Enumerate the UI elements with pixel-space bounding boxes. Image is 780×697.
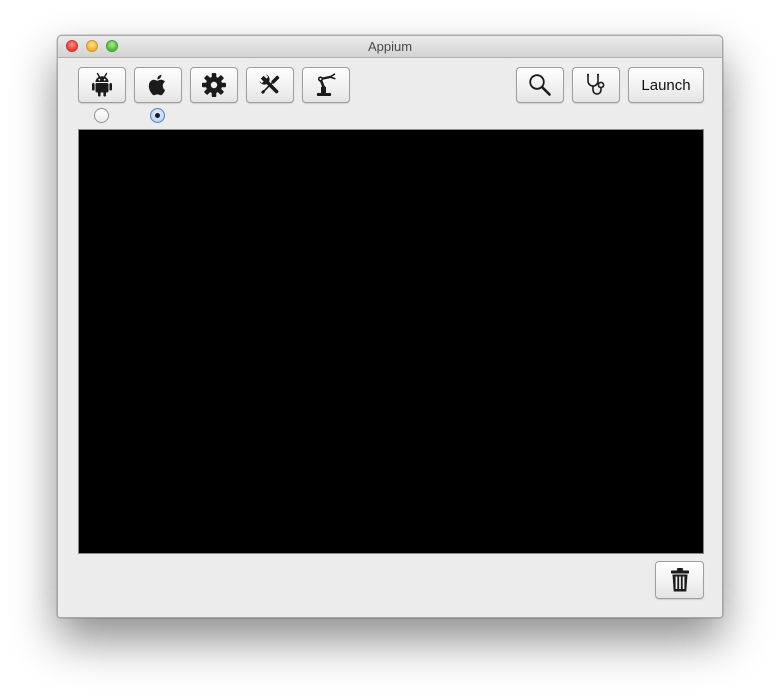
doctor-button[interactable] bbox=[572, 67, 620, 103]
ios-platform-radio[interactable] bbox=[150, 108, 165, 123]
android-platform-radio[interactable] bbox=[94, 108, 109, 123]
title-bar[interactable]: Appium bbox=[58, 36, 722, 58]
appium-window: Appium Launch bbox=[57, 35, 723, 618]
gear-icon bbox=[202, 73, 226, 97]
log-output-area[interactable] bbox=[78, 129, 704, 554]
robot-settings-button[interactable] bbox=[302, 67, 350, 103]
general-settings-button[interactable] bbox=[190, 67, 238, 103]
window-title: Appium bbox=[367, 39, 413, 54]
apple-icon bbox=[148, 74, 166, 96]
launch-button-label: Launch bbox=[641, 76, 691, 94]
stethoscope-icon bbox=[587, 73, 605, 95]
android-settings-button[interactable] bbox=[78, 67, 126, 103]
developer-settings-button[interactable] bbox=[246, 67, 294, 103]
ios-settings-button[interactable] bbox=[134, 67, 182, 103]
inspector-button[interactable] bbox=[516, 67, 564, 103]
tools-icon bbox=[259, 74, 280, 94]
android-icon bbox=[92, 72, 112, 97]
trash-icon bbox=[670, 568, 689, 592]
robot-arm-icon bbox=[317, 73, 336, 96]
clear-log-button[interactable] bbox=[655, 561, 704, 599]
magnifier-icon bbox=[529, 74, 551, 96]
radio-selected-dot bbox=[155, 113, 160, 118]
launch-button[interactable]: Launch bbox=[628, 67, 704, 103]
